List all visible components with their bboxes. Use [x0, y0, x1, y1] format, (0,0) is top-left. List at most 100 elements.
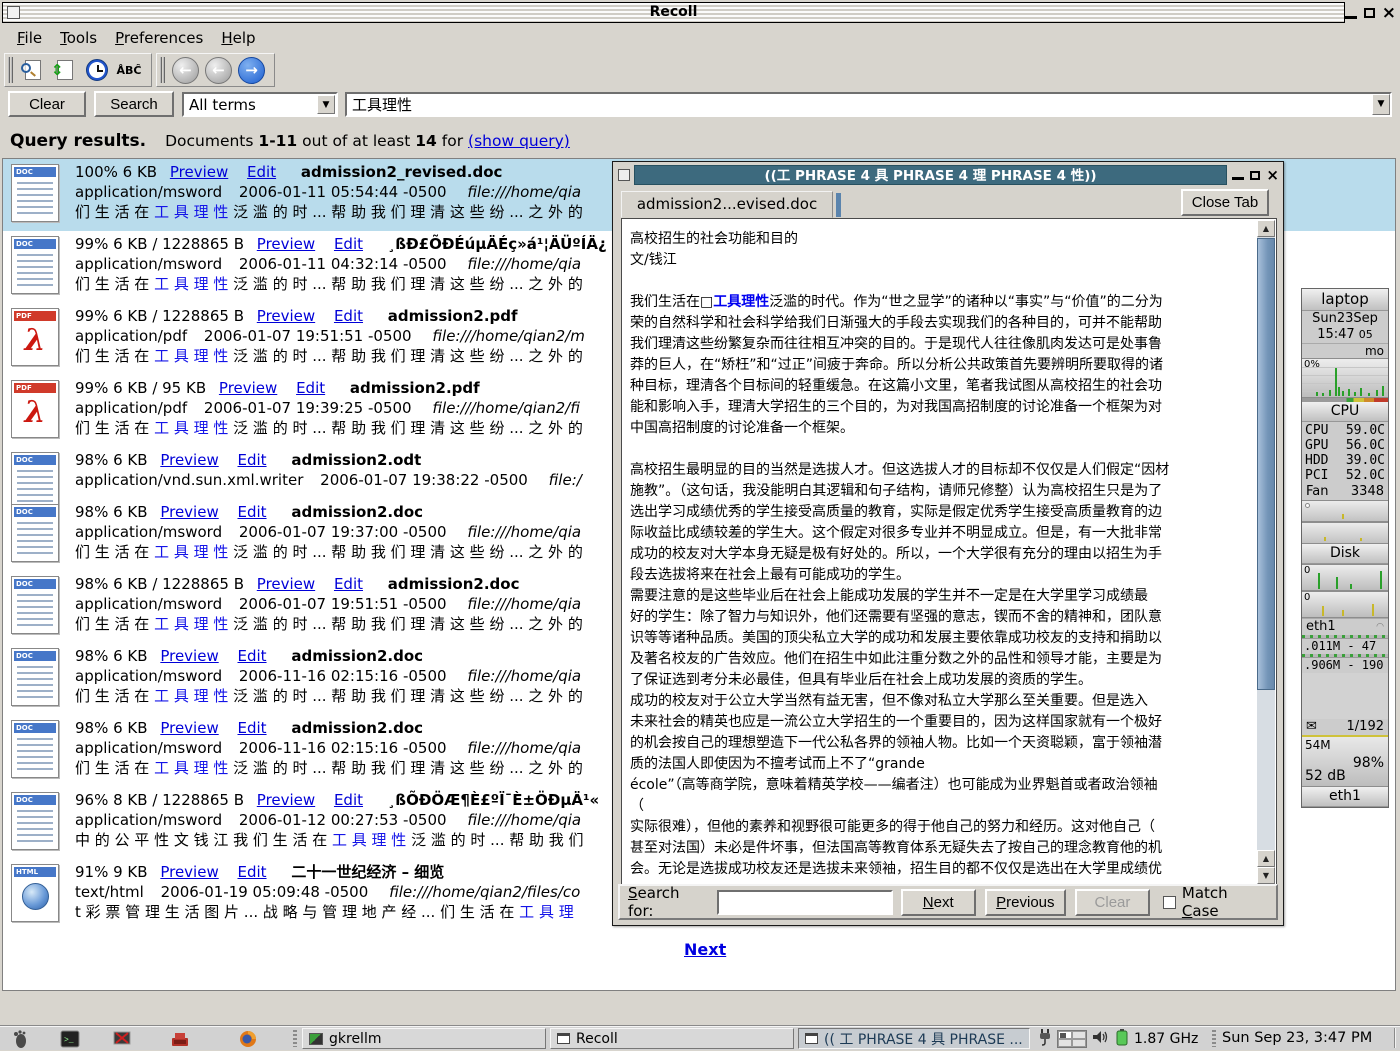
fan-chart-upper[interactable]	[1302, 500, 1388, 522]
search-input[interactable]	[350, 94, 1340, 114]
workspace-switcher[interactable]	[1057, 1030, 1087, 1048]
workspace-1[interactable]	[1058, 1031, 1072, 1039]
menu-tools[interactable]: Tools	[51, 27, 106, 49]
cpufreq-icon[interactable]	[1115, 1028, 1129, 1050]
taskbar-button-gkrellm[interactable]: gkrellm	[302, 1028, 546, 1049]
query-details-button[interactable]	[19, 56, 47, 84]
taskbar-clock[interactable]: Sun Sep 23, 3:47 PM	[1222, 1026, 1372, 1051]
show-query-link[interactable]: (show query)	[468, 132, 570, 150]
preview-scrollbar[interactable]: ▲ ▲ ▼	[1257, 220, 1275, 884]
gkrellm-bottom-label[interactable]: eth1	[1302, 787, 1388, 807]
scroll-down-icon[interactable]: ▼	[1257, 867, 1275, 884]
preview-link[interactable]: Preview	[160, 863, 218, 881]
power-plug-icon[interactable]	[1038, 1028, 1052, 1050]
prev-page-button[interactable]: ←	[205, 57, 232, 84]
menu-preferences[interactable]: Preferences	[106, 27, 212, 49]
toolbar-handle[interactable]	[8, 57, 13, 83]
preview-link[interactable]: Preview	[160, 503, 218, 521]
disk-write-chart[interactable]: 0	[1302, 591, 1388, 618]
match-case-checkbox[interactable]	[1163, 896, 1176, 909]
menu-help[interactable]: Help	[212, 27, 264, 49]
workspace-3[interactable]	[1058, 1039, 1072, 1047]
clear-button[interactable]: Clear	[8, 91, 86, 117]
close-tab-button[interactable]: Close Tab	[1181, 189, 1269, 216]
preview-tab[interactable]: admission2...evised.doc	[621, 191, 833, 218]
panel-slider-dot[interactable]	[1305, 503, 1310, 508]
search-mode-select[interactable]: All terms ▼	[182, 92, 338, 117]
term-explorer-button[interactable]: ÅBĈ	[115, 56, 143, 84]
edit-link[interactable]: Edit	[238, 863, 267, 881]
preview-link[interactable]: Preview	[257, 575, 315, 593]
taskbar-button-recoll[interactable]: Recoll	[550, 1028, 794, 1049]
minimize-icon[interactable]	[1344, 16, 1357, 19]
disk-label[interactable]: Disk	[1302, 544, 1388, 564]
fan-chart-lower[interactable]	[1302, 522, 1388, 544]
edit-link[interactable]: Edit	[238, 647, 267, 665]
preview-titlebar[interactable]: ((工 PHRASE 4 具 PHRASE 4 理 PHRASE 4 性)) ×	[615, 164, 1281, 186]
recoll-titlebar[interactable]: Recoll	[2, 2, 1345, 23]
maximize-icon[interactable]	[1364, 8, 1375, 18]
scrollbar-thumb[interactable]	[1257, 238, 1275, 690]
typewriter-icon[interactable]	[168, 1028, 192, 1049]
disk-read-chart[interactable]: 0	[1302, 564, 1388, 591]
preview-link[interactable]: Preview	[257, 235, 315, 253]
cpufreq-label[interactable]: 1.87 GHz	[1134, 1031, 1198, 1047]
go-first-button[interactable]: ←	[172, 57, 199, 84]
workspace-4[interactable]	[1072, 1039, 1086, 1047]
edit-link[interactable]: Edit	[238, 719, 267, 737]
menu-file[interactable]: File	[8, 27, 51, 49]
find-input[interactable]	[717, 890, 893, 915]
scroll-up-icon[interactable]: ▲	[1257, 220, 1275, 237]
edit-link[interactable]: Edit	[247, 163, 276, 181]
edit-link[interactable]: Edit	[334, 791, 363, 809]
chevron-down-icon[interactable]: ▼	[317, 95, 335, 114]
terminal-icon[interactable]: >_	[58, 1028, 82, 1049]
maximize-icon[interactable]	[1250, 171, 1260, 180]
mail-readout[interactable]: ✉1/192	[1302, 719, 1388, 735]
edit-link[interactable]: Edit	[296, 379, 325, 397]
preview-link[interactable]: Preview	[257, 307, 315, 325]
scroll-up-icon[interactable]: ▲	[1257, 850, 1275, 867]
close-icon[interactable]: ×	[1382, 6, 1396, 20]
preview-link[interactable]: Preview	[257, 791, 315, 809]
close-icon[interactable]: ×	[1266, 168, 1279, 182]
edit-link[interactable]: Edit	[238, 451, 267, 469]
memory-meter[interactable]: 54M 98% 52 dB	[1302, 735, 1388, 787]
find-clear-button[interactable]: Clear	[1075, 889, 1150, 916]
display-lock-icon[interactable]	[110, 1028, 134, 1049]
cpu-label[interactable]: CPU	[1302, 402, 1388, 422]
next-page-button[interactable]: →	[238, 57, 265, 84]
preview-link[interactable]: Preview	[160, 647, 218, 665]
preview-link[interactable]: Preview	[160, 451, 218, 469]
preview-link[interactable]: Preview	[170, 163, 228, 181]
panel-handle[interactable]	[293, 1030, 297, 1047]
edit-link[interactable]: Edit	[334, 235, 363, 253]
toolbar-handle[interactable]	[160, 57, 165, 83]
edit-link[interactable]: Edit	[334, 575, 363, 593]
search-button[interactable]: Search	[94, 91, 174, 117]
taskbar-button-preview[interactable]: (( 工 PHRASE 4 具 PHRASE ...	[798, 1028, 1030, 1049]
gnome-menu-icon[interactable]	[8, 1028, 32, 1049]
history-button[interactable]	[83, 56, 111, 84]
gkrellm-monitor[interactable]: laptop Sun23Sep 15:47 05 mo 0% CPU CPU59…	[1301, 288, 1389, 808]
preview-link[interactable]: Preview	[160, 719, 218, 737]
cpu-chart[interactable]: 0%	[1302, 358, 1388, 398]
preview-link[interactable]: Preview	[219, 379, 277, 397]
minimize-icon[interactable]	[1232, 177, 1244, 180]
firefox-icon[interactable]	[236, 1028, 260, 1049]
window-menu-icon[interactable]	[7, 6, 20, 19]
window-menu-icon[interactable]	[618, 169, 630, 181]
speaker-icon[interactable]	[1092, 1029, 1110, 1049]
preview-content[interactable]: 高校招生的社会功能和目的 文/钱江我们生活在□工具理性泛滥的时代。作为“世之显学…	[621, 218, 1277, 886]
query-history-icon[interactable]: ▼	[1372, 94, 1390, 115]
panel-handle[interactable]	[1212, 1030, 1216, 1047]
next-page-link[interactable]: Next	[684, 940, 726, 959]
eth1-label-row[interactable]: eth1◠	[1302, 618, 1388, 635]
edit-link[interactable]: Edit	[334, 307, 363, 325]
workspace-2[interactable]	[1072, 1031, 1086, 1039]
find-previous-button[interactable]: Previous	[985, 889, 1066, 916]
find-next-button[interactable]: Next	[901, 889, 976, 916]
preview-window[interactable]: ((工 PHRASE 4 具 PHRASE 4 理 PHRASE 4 性)) ×…	[612, 161, 1284, 926]
edit-link[interactable]: Edit	[238, 503, 267, 521]
gkrellm-hostname[interactable]: laptop	[1302, 289, 1388, 311]
